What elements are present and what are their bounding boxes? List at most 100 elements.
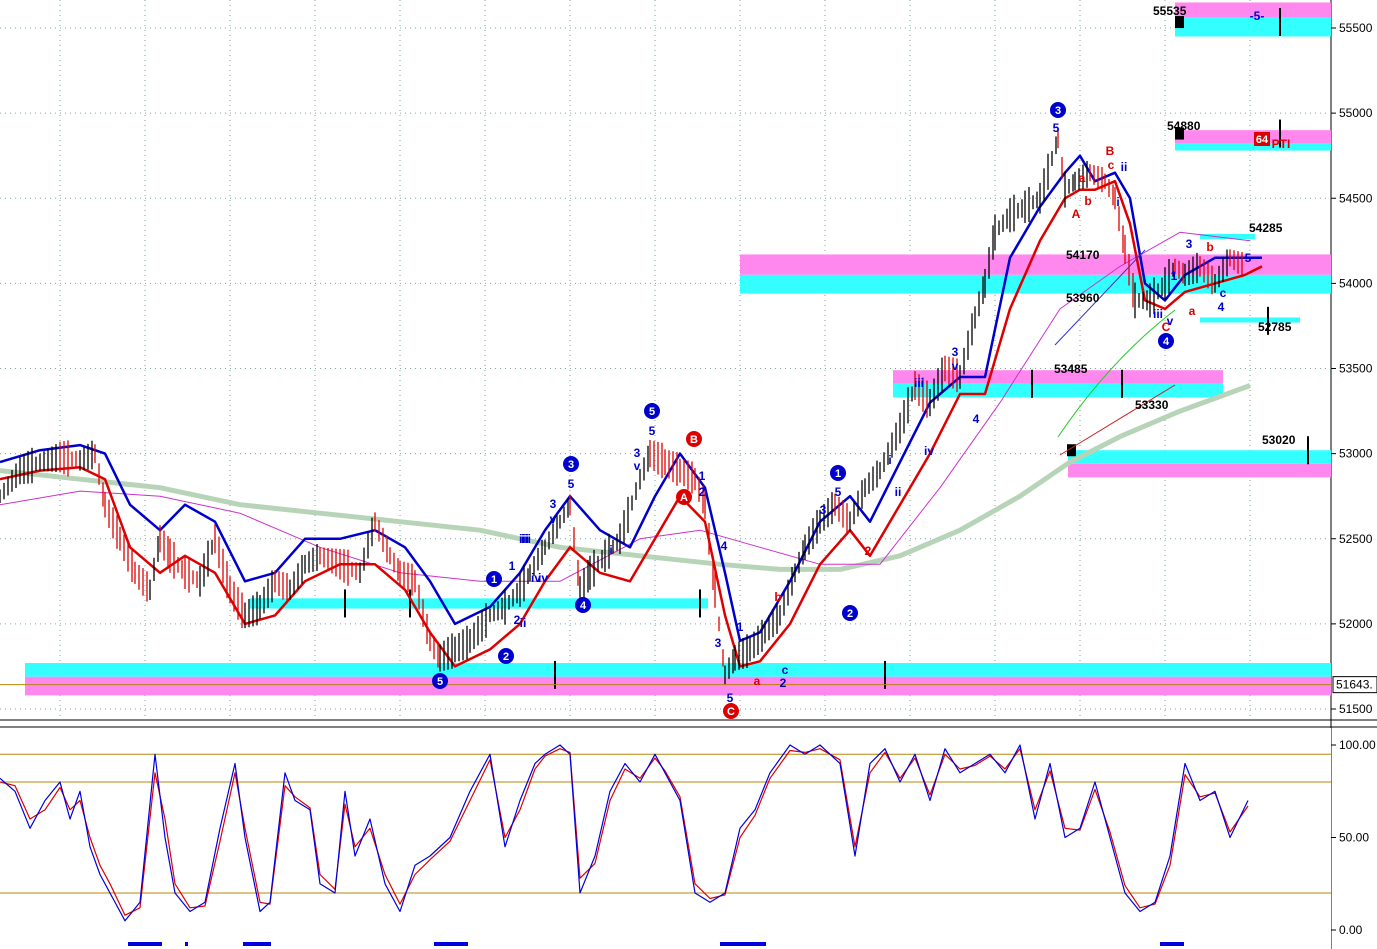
wave-label: A (1072, 207, 1081, 221)
wave-label: 5 (1245, 251, 1252, 265)
y-tick-label: 55000 (1339, 106, 1373, 120)
y-tick-label: 52000 (1339, 617, 1373, 631)
wave-label: 1 (737, 620, 744, 634)
wave-label: iv (924, 444, 934, 458)
wave-label: v (952, 359, 959, 373)
y-tick-label: 54500 (1339, 191, 1373, 205)
y-tick-label: 52500 (1339, 532, 1373, 546)
wave-label: B (1106, 144, 1115, 158)
elliott-wave-chart: 51500 52000 52500 53000 53500 54000 54500 55000… (0, 0, 1377, 949)
wave-label: i (888, 453, 891, 467)
wave-circle-label: 3 (568, 459, 574, 471)
zone-53020-cyan (1068, 450, 1331, 464)
wave-circle-label: A (680, 492, 688, 504)
wave-label: iii (519, 532, 529, 546)
wave-circle-label: B (690, 434, 698, 446)
osc-signal-bar (1160, 942, 1184, 946)
osc-signal-bar (720, 942, 766, 946)
wave-label: 1 (509, 559, 516, 573)
wave-label: 3 (715, 636, 722, 650)
level-label-54170: 54170 (1066, 248, 1100, 262)
osc-signal-bar (434, 942, 468, 946)
level-label-53485: 53485 (1054, 362, 1088, 376)
wave-label: v (550, 512, 557, 526)
wave-label: iv (538, 571, 548, 585)
osc-signal-bar (243, 942, 271, 946)
wave-label: 2 (699, 485, 706, 499)
wave-circle-label: 2 (847, 608, 853, 620)
wave-label: c (1108, 158, 1115, 172)
zone-52100-cyan (250, 598, 708, 609)
wave-label: 3 (1186, 237, 1193, 251)
wave-label: 1 (1171, 269, 1178, 283)
wave-label: i (609, 543, 612, 557)
y-tick-label: 54000 (1339, 276, 1373, 290)
wave-label: 1 (699, 469, 706, 483)
wave-label: ii (520, 616, 527, 630)
wave-label: C (1162, 320, 1171, 334)
wave-label: 5 (649, 424, 656, 438)
level-label-54285: 54285 (1249, 221, 1283, 235)
wave-label: iii (1153, 307, 1163, 321)
zone-53020-magenta (1068, 463, 1331, 478)
wave-label: v (634, 459, 641, 473)
wave-label: a (1189, 304, 1196, 318)
osc-y-tick-label: 100.00 (1339, 738, 1376, 752)
wave-circle-label: 3 (1055, 105, 1061, 117)
wave-circle-label: 4 (1163, 336, 1170, 348)
wave-label: 2 (865, 544, 872, 558)
level-label-54880: 54880 (1167, 119, 1201, 133)
wave-label: PTI (1272, 137, 1291, 151)
wave-circle-label: 4 (580, 600, 587, 612)
wave-label: 3 (634, 446, 641, 460)
wave-circle-label: 2 (503, 651, 509, 663)
zone-54170-cyan (740, 274, 1331, 294)
wave-label: 4 (973, 412, 980, 426)
zone-51700-magenta (25, 676, 1331, 696)
wave-label: 4 (721, 539, 728, 553)
y-tick-label: 51500 (1339, 702, 1373, 716)
wave-label: ii (1121, 160, 1128, 174)
wave-circle-label: 1 (835, 468, 841, 480)
osc-signal-bar (128, 942, 162, 946)
level-label-53020: 53020 (1262, 433, 1296, 447)
wave-label: c (782, 663, 789, 677)
level-label-55535: 55535 (1153, 4, 1187, 18)
y-tick-label: 55500 (1339, 21, 1373, 35)
price-plot-area (0, 0, 1331, 720)
wave-label: 2 (780, 676, 787, 690)
zone-54880-cyan (1175, 143, 1331, 151)
zone-51700-cyan (25, 663, 1331, 677)
wave-label: c (1220, 286, 1227, 300)
wave-circle-label: 5 (437, 676, 443, 688)
wave-circle-label: C (727, 706, 735, 718)
wave-label: i (1116, 195, 1119, 209)
wave-label: 5 (568, 477, 575, 491)
stochastic-panel: 0.00 50.00 100.00 (0, 726, 1377, 949)
wave-label: b (774, 590, 781, 604)
wave-label: -5- (1250, 9, 1265, 23)
level-label-53330: 53330 (1135, 398, 1169, 412)
last-price-label: 51643. (1336, 678, 1373, 692)
osc-y-tick-label: 50.00 (1339, 831, 1369, 845)
wave-label: iii (914, 376, 924, 390)
level-label-53960: 53960 (1066, 291, 1100, 305)
wave-label: ii (895, 485, 902, 499)
wave-circle-label: 1 (491, 574, 497, 586)
wave-label: 3 (952, 345, 959, 359)
wave-label: b (1206, 240, 1213, 254)
signal-badge-label: 64 (1256, 134, 1269, 146)
osc-y-tick-label: 0.00 (1339, 923, 1363, 937)
wave-label: 3 (820, 503, 827, 517)
level-label-52785: 52785 (1258, 320, 1292, 334)
y-tick-label: 53000 (1339, 447, 1373, 461)
wave-label: 5 (727, 691, 734, 705)
wave-label: 4 (1218, 300, 1225, 314)
osc-signal-bar (185, 942, 188, 946)
y-tick-label: 53500 (1339, 362, 1373, 376)
wave-label: 5 (1053, 121, 1060, 135)
wave-label: a (1079, 171, 1086, 185)
wave-label: a (754, 674, 761, 688)
wave-label: b (1084, 194, 1091, 208)
wave-label: 3 (550, 497, 557, 511)
